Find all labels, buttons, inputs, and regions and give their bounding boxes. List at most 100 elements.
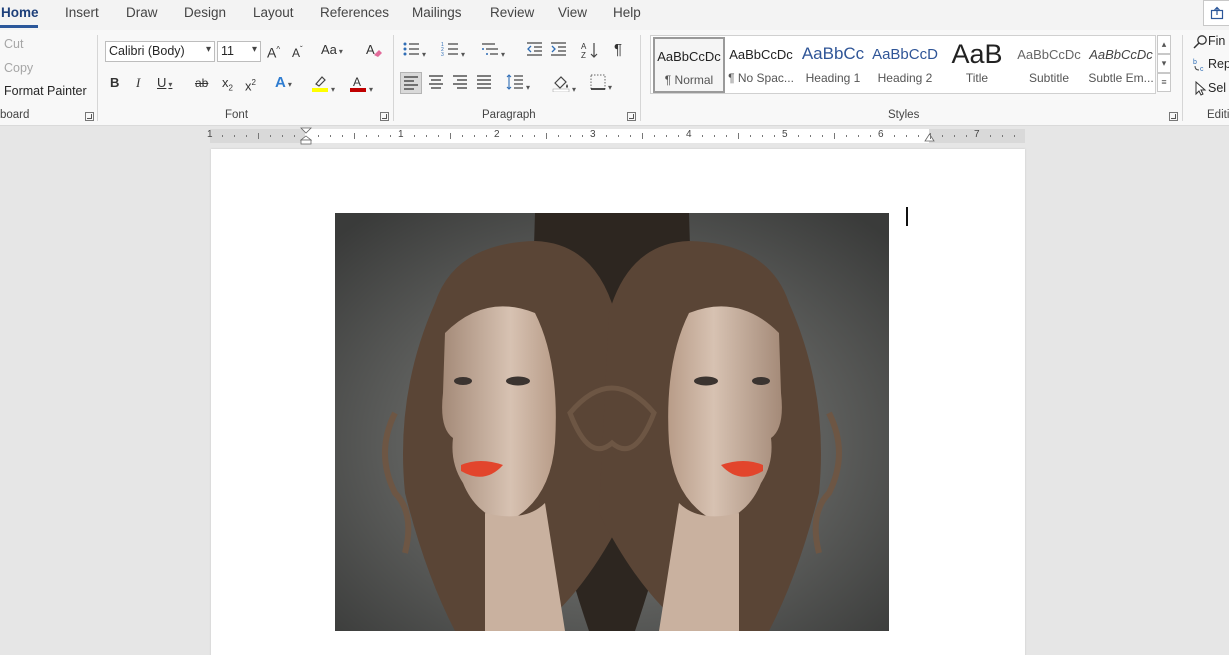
mirrored-portrait-image[interactable] bbox=[335, 213, 889, 631]
justify-icon bbox=[477, 75, 491, 89]
decrease-indent-button[interactable] bbox=[526, 41, 543, 62]
replace-label: Rep bbox=[1208, 57, 1229, 71]
clear-formatting-button[interactable]: A bbox=[365, 41, 383, 64]
sort-az-icon: AZ bbox=[581, 42, 598, 60]
align-left-button[interactable] bbox=[400, 72, 422, 94]
highlight-color-button[interactable]: ▾ bbox=[311, 74, 335, 99]
ruler-tick bbox=[1014, 135, 1015, 137]
cut-button[interactable]: Cut bbox=[4, 37, 23, 51]
replace-button[interactable]: bc Rep bbox=[1193, 57, 1229, 73]
ruler-tick bbox=[678, 135, 679, 137]
font-name-value: Calibri (Body) bbox=[109, 44, 185, 58]
style-no-spacing[interactable]: AaBbCcDc ¶ No Spac... bbox=[725, 37, 797, 93]
underline-button[interactable]: U ▾ bbox=[157, 74, 172, 94]
share-button[interactable] bbox=[1203, 0, 1229, 26]
ruler-tick bbox=[642, 133, 643, 139]
numbered-list-icon: 123 bbox=[441, 42, 458, 58]
justify-button[interactable] bbox=[476, 75, 492, 94]
ruler-tick bbox=[798, 135, 799, 137]
document-page[interactable] bbox=[211, 149, 1025, 655]
style-subtitle[interactable]: AaBbCcDc Subtitle bbox=[1013, 37, 1085, 93]
align-center-button[interactable] bbox=[428, 75, 444, 94]
ruler-tick bbox=[702, 135, 703, 137]
font-color-button[interactable]: A ▾ bbox=[349, 74, 373, 99]
italic-button[interactable]: I bbox=[136, 74, 140, 92]
styles-scroll-down-button[interactable]: ▾ bbox=[1157, 54, 1171, 73]
shading-button[interactable]: ▾ bbox=[552, 74, 576, 99]
format-painter-button[interactable]: Format Painter bbox=[4, 84, 87, 98]
tab-references[interactable]: References bbox=[320, 5, 389, 20]
style-preview: AaBbCcDc bbox=[729, 46, 793, 62]
align-right-button[interactable] bbox=[452, 75, 468, 94]
ruler-tick bbox=[426, 135, 427, 137]
tab-draw[interactable]: Draw bbox=[126, 5, 158, 20]
ruler-tick bbox=[846, 135, 847, 137]
style-preview: AaBbCc bbox=[801, 44, 865, 63]
tab-layout[interactable]: Layout bbox=[253, 5, 294, 20]
group-separator bbox=[640, 35, 641, 121]
horizontal-ruler[interactable]: 1 1 2 3 4 5 6 7 bbox=[207, 127, 1025, 145]
replace-icon: bc bbox=[1193, 59, 1204, 73]
styles-more-button[interactable]: ≡ bbox=[1157, 73, 1171, 92]
style-heading-2[interactable]: AaBbCcD Heading 2 bbox=[869, 37, 941, 93]
tab-insert[interactable]: Insert bbox=[65, 5, 99, 20]
line-spacing-button[interactable]: ▾ bbox=[506, 74, 530, 97]
style-title[interactable]: AaB Title bbox=[941, 37, 1013, 93]
tab-review[interactable]: Review bbox=[490, 5, 534, 20]
styles-dialog-launcher[interactable] bbox=[1169, 112, 1178, 121]
shrink-font-button[interactable]: Aˇ bbox=[292, 41, 303, 62]
style-subtle-emphasis[interactable]: AaBbCcDc Subtle Em... bbox=[1085, 37, 1157, 93]
select-button[interactable]: Sel bbox=[1193, 81, 1226, 96]
text-effects-button[interactable]: A ▾ bbox=[275, 74, 292, 94]
multilevel-list-button[interactable]: ▾ bbox=[481, 41, 505, 64]
share-icon bbox=[1210, 6, 1223, 20]
tab-view[interactable]: View bbox=[558, 5, 587, 20]
line-spacing-icon bbox=[506, 74, 523, 90]
style-name: Heading 1 bbox=[805, 71, 861, 85]
sort-button[interactable]: AZ bbox=[581, 41, 599, 64]
ruler-tick bbox=[282, 135, 283, 137]
increase-indent-button[interactable] bbox=[550, 41, 567, 62]
ruler-tick bbox=[666, 135, 667, 137]
copy-button[interactable]: Copy bbox=[4, 61, 33, 75]
style-heading-1[interactable]: AaBbCc Heading 1 bbox=[797, 37, 869, 93]
grow-font-button[interactable]: A^ bbox=[267, 41, 280, 62]
tab-mailings[interactable]: Mailings bbox=[412, 5, 462, 20]
ruler-tick bbox=[342, 135, 343, 137]
subscript-button[interactable]: x2 bbox=[222, 74, 233, 98]
tab-design[interactable]: Design bbox=[184, 5, 226, 20]
font-dialog-launcher[interactable] bbox=[380, 112, 389, 121]
font-color-icon: A bbox=[350, 75, 366, 92]
superscript-button[interactable]: x2 bbox=[245, 74, 256, 95]
font-name-combo[interactable]: Calibri (Body) ▾ bbox=[105, 41, 215, 62]
bold-button[interactable]: B bbox=[110, 74, 119, 92]
show-formatting-marks-button[interactable]: ¶ bbox=[614, 41, 622, 59]
more-icon: ≡ bbox=[1161, 77, 1167, 87]
strikethrough-button[interactable]: ab bbox=[195, 74, 208, 92]
numbering-button[interactable]: 123 ▾ bbox=[441, 41, 465, 64]
ruler-tick bbox=[474, 135, 475, 137]
tab-home[interactable]: Home bbox=[1, 5, 39, 20]
styles-scroll-up-button[interactable]: ▴ bbox=[1157, 35, 1171, 54]
style-normal[interactable]: AaBbCcDc ¶ Normal bbox=[653, 37, 725, 93]
borders-button[interactable]: ▾ bbox=[590, 74, 612, 97]
paragraph-dialog-launcher[interactable] bbox=[627, 112, 636, 121]
find-button[interactable]: Fin bbox=[1193, 34, 1225, 49]
underline-icon: U bbox=[157, 75, 167, 90]
tab-help[interactable]: Help bbox=[613, 5, 641, 20]
change-case-button[interactable]: Aa ▾ bbox=[321, 41, 343, 61]
ruler-tick bbox=[738, 133, 739, 139]
find-label: Fin bbox=[1208, 34, 1226, 48]
search-icon bbox=[1193, 35, 1207, 49]
style-preview: AaBbCcD bbox=[872, 45, 938, 63]
font-size-combo[interactable]: 11 ▾ bbox=[217, 41, 261, 62]
indent-marker-icon[interactable] bbox=[300, 127, 312, 145]
clipboard-dialog-launcher[interactable] bbox=[85, 112, 94, 121]
ruler-tick bbox=[558, 135, 559, 137]
chevron-down-icon: ▾ bbox=[1161, 58, 1167, 68]
grow-font-icon: A bbox=[267, 44, 277, 61]
ruler-tick bbox=[270, 135, 271, 137]
ruler-tick bbox=[750, 135, 751, 137]
style-preview: AaBbCcDc bbox=[657, 48, 721, 64]
bullets-button[interactable]: ▾ bbox=[402, 41, 426, 64]
